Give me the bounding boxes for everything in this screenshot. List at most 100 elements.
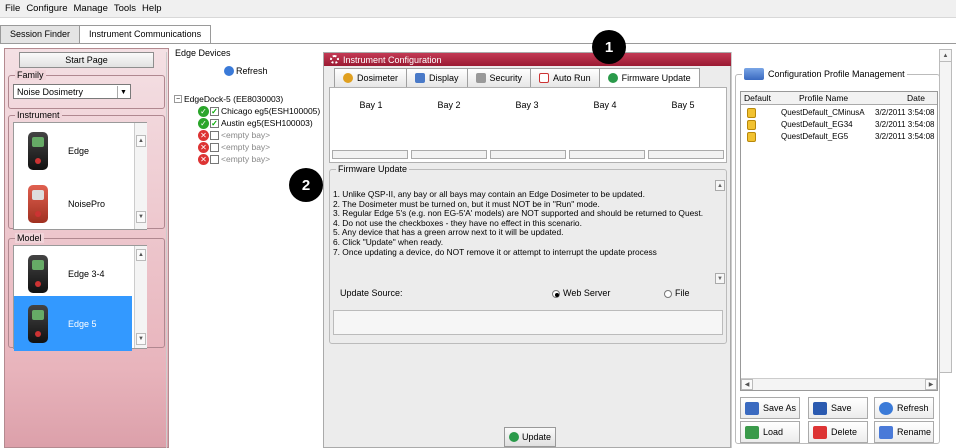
col-date[interactable]: Date: [907, 93, 925, 103]
update-source-field[interactable]: [333, 310, 723, 335]
scroll-down-icon[interactable]: ▼: [136, 333, 146, 345]
instrument-configuration-title: Instrument Configuration: [324, 53, 732, 66]
instrument-name: NoisePro: [68, 198, 106, 209]
radio-selected-icon[interactable]: [552, 289, 560, 298]
tree-bay-4[interactable]: ✕ <empty bay>: [174, 141, 320, 153]
profile-name: QuestDefault_CMinusA: [781, 108, 865, 117]
menu-tools[interactable]: Tools: [111, 3, 139, 14]
bay-checkbox[interactable]: [210, 130, 219, 140]
bay-checkbox[interactable]: ✓: [210, 106, 219, 116]
rename-button[interactable]: Rename: [874, 421, 934, 443]
error-icon: ✕: [198, 141, 209, 153]
menu-configure[interactable]: Configure: [23, 3, 70, 14]
table-row[interactable]: QuestDefault_CMinusA 3/2/2011 3:54:08: [741, 108, 937, 119]
button-label: Rename: [897, 427, 932, 437]
bay-checkbox[interactable]: [210, 154, 219, 164]
tab-dosimeter[interactable]: Dosimeter: [334, 68, 408, 87]
callout-2: 2: [289, 168, 323, 202]
refresh-icon: [224, 66, 234, 76]
profile-group-title: Configuration Profile Management: [768, 69, 905, 79]
scroll-up-icon[interactable]: ▲: [940, 50, 951, 62]
model-scrollbar[interactable]: ▲ ▼: [134, 246, 147, 348]
scroll-up-icon[interactable]: ▲: [136, 249, 146, 261]
tree-bay-5[interactable]: ✕ <empty bay>: [174, 153, 320, 165]
tab-session-finder[interactable]: Session Finder: [0, 25, 81, 43]
button-label: Save As: [763, 403, 797, 413]
tree-bay-1[interactable]: ✓ ✓ Chicago eg5(ESH100005): [174, 105, 320, 117]
scroll-down-icon[interactable]: ▼: [715, 273, 725, 284]
tab-label: Dosimeter: [357, 73, 399, 83]
start-page-button[interactable]: Start Page: [19, 52, 154, 68]
tab-instrument-communications[interactable]: Instrument Communications: [79, 25, 212, 44]
col-default[interactable]: Default: [744, 93, 771, 103]
instrument-edge[interactable]: Edge: [14, 123, 132, 178]
model-edge-3-4[interactable]: Edge 3-4: [14, 246, 132, 301]
table-row[interactable]: QuestDefault_EG34 3/2/2011 3:54:08: [741, 120, 937, 131]
calendar-icon: [539, 73, 550, 83]
update-button[interactable]: Update: [504, 427, 556, 447]
bay-label: <empty bay>: [221, 142, 271, 152]
horizontal-scrollbar[interactable]: ◀ ▶: [741, 378, 937, 390]
collapse-icon[interactable]: −: [174, 95, 182, 103]
delete-icon: [813, 425, 827, 439]
bay-4-progress: [569, 150, 645, 159]
instrument-scrollbar[interactable]: ▲ ▼: [134, 123, 147, 229]
instruction-line: 7. Once updating a device, do NOT remove…: [333, 246, 657, 257]
menu-help[interactable]: Help: [139, 3, 165, 14]
delete-button[interactable]: Delete: [808, 421, 868, 443]
table-row[interactable]: QuestDefault_EG5 3/2/2011 3:54:08: [741, 132, 937, 143]
tab-security[interactable]: Security: [466, 68, 532, 87]
button-label: Refresh: [897, 403, 929, 413]
family-select[interactable]: Noise Dosimetry ▼: [13, 84, 131, 99]
panel-scrollbar[interactable]: ▲: [939, 49, 952, 373]
tab-label: Security: [489, 73, 523, 83]
gear-icon: [330, 55, 339, 64]
config-tabs: Dosimeter Display Security Auto Run Firm…: [334, 68, 700, 87]
menu-file[interactable]: File: [2, 3, 23, 14]
tree-root[interactable]: − EdgeDock-5 (EE8030003): [174, 93, 320, 105]
scroll-left-icon[interactable]: ◀: [741, 379, 753, 390]
bay-checkbox[interactable]: [210, 142, 219, 152]
save-as-button[interactable]: Save As: [740, 397, 800, 419]
tree-bay-2[interactable]: ✓ ✓ Austin eg5(ESH100003): [174, 117, 320, 129]
model-edge-5[interactable]: Edge 5: [14, 296, 132, 351]
web-server-radio[interactable]: Web Server: [552, 288, 610, 298]
tree-root-label: EdgeDock-5 (EE8030003): [184, 94, 284, 104]
tab-display[interactable]: Display: [406, 68, 468, 87]
main-tabs: Session Finder Instrument Communications: [0, 25, 212, 44]
bay-2-label: Bay 2: [437, 100, 461, 110]
save-button[interactable]: Save: [808, 397, 868, 419]
radio-icon[interactable]: [664, 289, 672, 298]
bay-label: Chicago eg5(ESH100005): [221, 106, 321, 116]
tab-firmware-update[interactable]: Firmware Update: [598, 68, 700, 87]
display-icon: [415, 73, 426, 83]
profile-table: Default Profile Name Date QuestDefault_C…: [740, 91, 938, 391]
file-radio[interactable]: File: [664, 288, 690, 298]
scroll-up-icon[interactable]: ▲: [136, 135, 146, 147]
tab-label: Firmware Update: [621, 73, 691, 83]
edge-device-icon: [28, 254, 48, 293]
bay-2-progress: [411, 150, 487, 159]
title-text: Instrument Configuration: [343, 54, 442, 65]
edge-device-icon: [28, 304, 48, 343]
button-label: Save: [831, 403, 852, 413]
scroll-up-icon[interactable]: ▲: [715, 180, 725, 191]
menu-bar: File Configure Manage Tools Help: [0, 0, 956, 18]
refresh-profiles-button[interactable]: Refresh: [874, 397, 934, 419]
green-arrow-icon: ✓: [198, 117, 209, 129]
tab-auto-run[interactable]: Auto Run: [530, 68, 600, 87]
scroll-right-icon[interactable]: ▶: [925, 379, 937, 390]
col-profile-name[interactable]: Profile Name: [799, 93, 848, 103]
firmware-instructions: 1. Unlike QSP-II, any bay or all bays ma…: [333, 189, 713, 257]
model-list: Edge 3-4 Edge 5 ▲ ▼: [13, 245, 147, 351]
bay-checkbox[interactable]: ✓: [210, 118, 219, 128]
profile-date: 3/2/2011 3:54:08: [875, 132, 935, 141]
tree-bay-3[interactable]: ✕ <empty bay>: [174, 129, 320, 141]
scroll-down-icon[interactable]: ▼: [136, 211, 146, 223]
refresh-devices-button[interactable]: Refresh: [224, 63, 280, 79]
rename-icon: [879, 425, 893, 439]
menu-manage[interactable]: Manage: [71, 3, 111, 14]
load-button[interactable]: Load: [740, 421, 800, 443]
chevron-down-icon[interactable]: ▼: [117, 86, 129, 98]
instrument-noisepro[interactable]: NoisePro: [14, 176, 132, 231]
